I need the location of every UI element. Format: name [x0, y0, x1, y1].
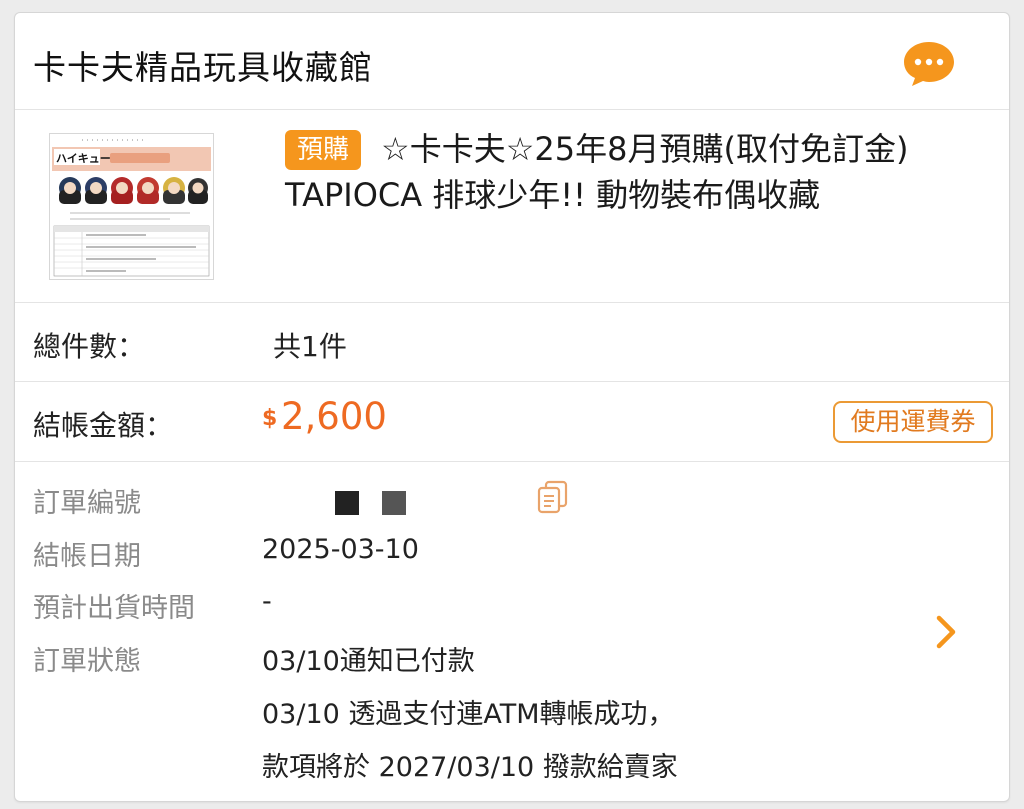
product-row[interactable]: ・・・・・・・・・・・・・ ハイキュー!! 預購 ☆卡卡夫☆25年8月預購(取付…	[15, 110, 1009, 303]
shop-header: 卡卡夫精品玩具收藏館	[15, 13, 1009, 110]
currency-symbol: $	[262, 406, 278, 431]
product-thumbnail[interactable]: ・・・・・・・・・・・・・ ハイキュー!!	[49, 133, 214, 280]
total-amount-value: 2,600	[281, 395, 387, 438]
redacted-order-number	[382, 491, 406, 515]
order-number-label: 訂單編號	[33, 488, 141, 519]
chevron-right-icon[interactable]	[933, 612, 959, 652]
chat-bubble-icon[interactable]	[902, 40, 956, 88]
total-count-label: 總件數：	[33, 330, 146, 363]
checkout-date-label: 結帳日期	[33, 541, 141, 572]
order-status-line: 03/10 透過支付連ATM轉帳成功，	[262, 699, 675, 730]
total-amount-row: 結帳金額： $ 2,600 使用運費券	[15, 382, 1009, 462]
svg-text:・・・・・・・・・・・・・: ・・・・・・・・・・・・・	[80, 138, 145, 144]
order-status-label: 訂單狀態	[33, 646, 141, 677]
product-title[interactable]: ☆卡卡夫☆25年8月預購(取付免訂金) TAPIOCA 排球少年!! 動物裝布偶…	[285, 126, 965, 218]
order-status-line: 03/10通知已付款	[262, 646, 475, 677]
total-amount-label: 結帳金額：	[33, 409, 174, 442]
ship-time-value: -	[262, 586, 272, 617]
redacted-order-number	[335, 491, 359, 515]
total-count-row: 總件數： 共1件	[15, 303, 1009, 382]
use-shipping-coupon-button[interactable]: 使用運費券	[833, 401, 993, 443]
order-status-line: 款項將於 2027/03/10 撥款給賣家	[262, 752, 678, 783]
total-count-value: 共1件	[273, 330, 347, 363]
copy-icon[interactable]	[537, 480, 569, 514]
order-details[interactable]: 訂單編號 結帳日期 2025-03-10 預計出貨時間 - 訂單狀態 03/10…	[15, 462, 1009, 801]
ship-time-label: 預計出貨時間	[33, 593, 195, 624]
shop-name[interactable]: 卡卡夫精品玩具收藏館	[33, 41, 373, 89]
order-card: 卡卡夫精品玩具收藏館 ・・・・・・・・・・・・・ ハイキュー!! 預購 ☆卡卡夫…	[14, 12, 1010, 802]
checkout-date-value: 2025-03-10	[262, 534, 419, 565]
